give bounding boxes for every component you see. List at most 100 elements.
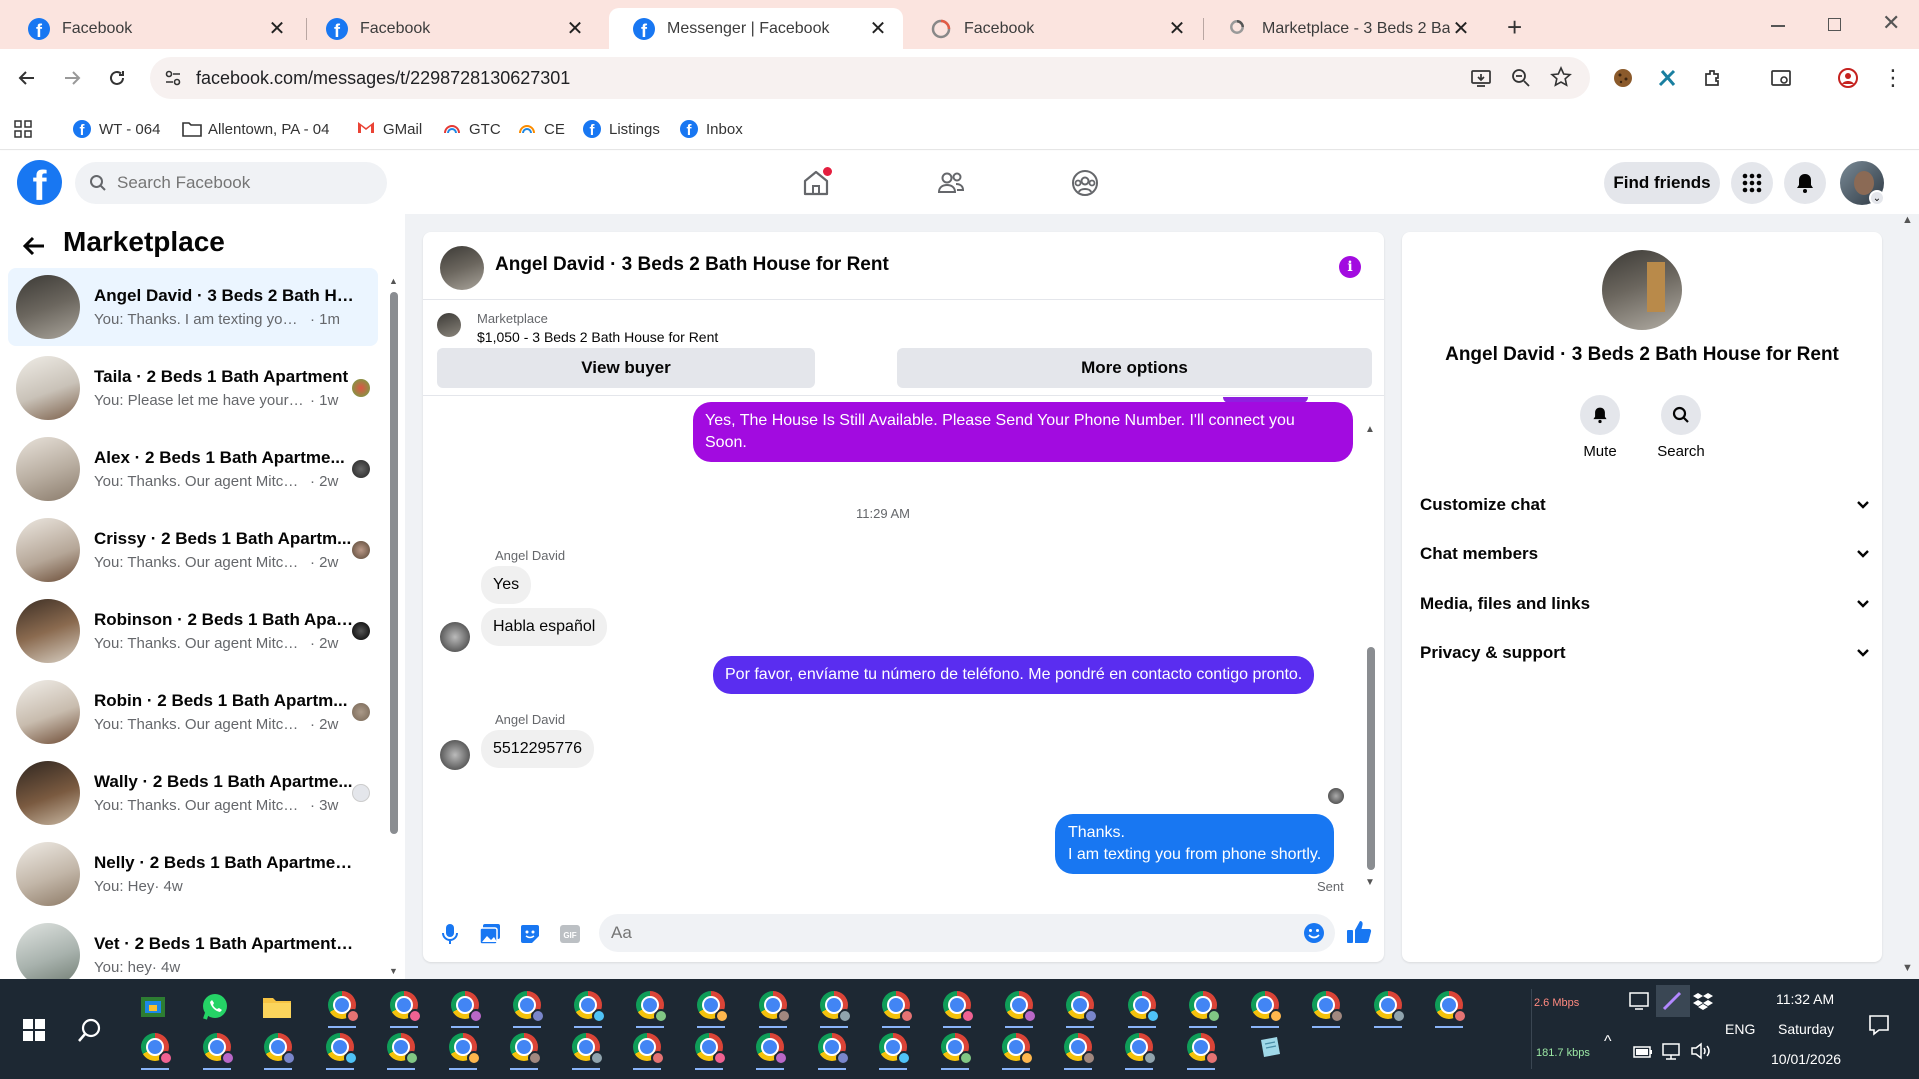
chat-avatar[interactable]	[440, 246, 484, 290]
chrome-window-icon[interactable]	[324, 987, 360, 1028]
bookmark-gtc[interactable]: GTC	[443, 117, 501, 141]
conversation-item[interactable]: Wally · 2 Beds 1 Bath Apartme... You: Th…	[8, 754, 378, 832]
reload-button[interactable]	[100, 61, 134, 95]
incoming-message[interactable]: Habla español	[481, 608, 608, 646]
address-bar[interactable]: facebook.com/messages/t/2298728130627301	[150, 57, 1590, 99]
attach-photo-icon[interactable]	[477, 921, 503, 947]
conversation-item[interactable]: Robin · 2 Beds 1 Bath Apartm... You: Tha…	[8, 673, 378, 751]
facebook-search[interactable]	[75, 162, 387, 204]
clock-time[interactable]: 11:32 AM	[1776, 991, 1834, 1007]
notes-app-icon[interactable]	[1252, 1029, 1288, 1065]
chrome-window-icon[interactable]	[875, 1029, 911, 1070]
chrome-window-icon[interactable]	[878, 987, 914, 1028]
zoom-icon[interactable]	[1510, 67, 1532, 89]
chrome-window-icon[interactable]	[755, 987, 791, 1028]
search-input[interactable]	[117, 173, 367, 193]
outgoing-message[interactable]: Por favor, envíame tu número de teléfono…	[713, 656, 1315, 694]
incoming-message[interactable]: 5512295776	[481, 730, 594, 768]
conversation-item[interactable]: Nelly · 2 Beds 1 Bath Apartment ... You:…	[8, 835, 378, 913]
home-icon[interactable]	[796, 163, 836, 203]
bookmark-inbox[interactable]: f Inbox	[680, 117, 743, 141]
chat-members-section[interactable]: Chat members	[1420, 539, 1870, 569]
apps-grid-icon[interactable]	[14, 117, 32, 141]
clock-date[interactable]: 10/01/2026	[1771, 1051, 1841, 1067]
account-menu-chevron-icon[interactable]: ⌄	[1869, 190, 1885, 206]
chrome-window-icon[interactable]	[506, 1029, 542, 1070]
privacy-support-section[interactable]: Privacy & support	[1420, 638, 1870, 668]
clock-day[interactable]: Saturday	[1778, 1021, 1834, 1037]
profile-icon[interactable]	[1831, 61, 1865, 95]
conversation-item[interactable]: Taila · 2 Beds 1 Bath Apartment You: Ple…	[8, 349, 378, 427]
mute-bell-icon[interactable]	[1580, 395, 1620, 435]
facebook-logo[interactable]: f	[17, 160, 62, 205]
conversation-item-selected[interactable]: Angel David · 3 Beds 2 Bath Ho... You: T…	[8, 268, 378, 346]
chrome-window-icon[interactable]	[199, 1029, 235, 1070]
outgoing-message[interactable]: Thanks. I am texting you from phone shor…	[1055, 814, 1335, 874]
info-icon[interactable]: i	[1339, 256, 1361, 278]
browser-tab-2[interactable]: f Facebook ✕	[302, 8, 600, 49]
menu-grid-icon[interactable]	[1731, 162, 1773, 204]
gif-icon[interactable]: GIF	[557, 921, 583, 947]
conversation-list-scrollbar[interactable]	[390, 292, 398, 834]
chrome-window-icon[interactable]	[816, 987, 852, 1028]
friends-icon[interactable]	[931, 163, 971, 203]
site-info-icon[interactable]	[164, 69, 182, 87]
microphone-icon[interactable]	[437, 921, 463, 947]
conversation-item[interactable]: Crissy · 2 Beds 1 Bath Apartm... You: Th…	[8, 511, 378, 589]
info-avatar[interactable]	[1602, 250, 1682, 330]
chat-scrollbar[interactable]	[1367, 647, 1375, 870]
chrome-window-icon[interactable]	[1247, 987, 1283, 1028]
volume-icon[interactable]	[1690, 1042, 1712, 1060]
chrome-window-icon[interactable]	[1185, 987, 1221, 1028]
chrome-window-icon[interactable]	[939, 987, 975, 1028]
more-options-button[interactable]: More options	[897, 348, 1372, 388]
thumbs-up-icon[interactable]	[1346, 919, 1372, 945]
bookmark-allentown-folder[interactable]: Allentown, PA - 04	[182, 117, 329, 141]
chrome-window-icon[interactable]	[383, 1029, 419, 1070]
notification-center-icon[interactable]	[1868, 1014, 1890, 1036]
customize-chat-section[interactable]: Customize chat	[1420, 490, 1870, 520]
browser-menu-icon[interactable]: ⋮	[1876, 61, 1910, 95]
tab-search-icon[interactable]	[1764, 61, 1798, 95]
page-scroll-down-arrow[interactable]: ▼	[1902, 962, 1913, 974]
browser-tab-5[interactable]: Marketplace - 3 Beds 2 Bath Ho ✕	[1204, 8, 1486, 49]
chrome-window-icon[interactable]	[445, 1029, 481, 1070]
browser-tab-3-active[interactable]: f Messenger | Facebook ✕	[609, 8, 903, 49]
browser-tab-4[interactable]: Facebook ✕	[906, 8, 1202, 49]
message-text-field[interactable]	[611, 923, 1251, 943]
chrome-window-icon[interactable]	[1062, 987, 1098, 1028]
outgoing-message[interactable]: Yes, The House Is Still Available. Pleas…	[693, 402, 1353, 462]
extensions-puzzle-icon[interactable]	[1696, 61, 1730, 95]
chrome-window-icon[interactable]	[447, 987, 483, 1028]
chat-title[interactable]: Angel David · 3 Beds 2 Bath House for Re…	[495, 254, 889, 276]
chrome-window-icon[interactable]	[693, 987, 729, 1028]
close-tab-icon[interactable]: ✕	[1450, 18, 1472, 40]
close-tab-icon[interactable]: ✕	[867, 18, 889, 40]
taskbar-search-icon[interactable]	[72, 1012, 108, 1048]
search-in-chat-icon[interactable]	[1661, 395, 1701, 435]
cookie-extension-icon[interactable]	[1606, 61, 1640, 95]
chrome-window-icon[interactable]	[1370, 987, 1406, 1028]
chat-scroll-down-arrow[interactable]: ▼	[1365, 877, 1375, 888]
chrome-window-icon[interactable]	[1183, 1029, 1219, 1070]
conversation-item[interactable]: Robinson · 2 Beds 1 Bath Apar... You: Th…	[8, 592, 378, 670]
sender-avatar[interactable]	[440, 622, 470, 652]
chrome-window-icon[interactable]	[386, 987, 422, 1028]
chrome-window-icon[interactable]	[260, 1029, 296, 1070]
bookmark-ce[interactable]: CE	[518, 117, 565, 141]
close-tab-icon[interactable]: ✕	[564, 18, 586, 40]
screen-icon[interactable]	[1628, 991, 1650, 1011]
chrome-window-icon[interactable]	[322, 1029, 358, 1070]
close-window-button[interactable]: ✕	[1882, 10, 1900, 36]
sticker-icon[interactable]	[517, 921, 543, 947]
show-hidden-icons-chevron[interactable]: ^	[1604, 1033, 1612, 1051]
groups-icon[interactable]	[1065, 163, 1105, 203]
browser-tab-1[interactable]: f Facebook ✕	[4, 8, 302, 49]
minimize-window-button[interactable]	[1771, 25, 1785, 27]
pen-app-icon[interactable]	[1656, 985, 1690, 1017]
network-icon[interactable]	[1661, 1043, 1683, 1061]
chrome-window-icon[interactable]	[752, 1029, 788, 1070]
conversation-item[interactable]: Alex · 2 Beds 1 Bath Apartme... You: Tha…	[8, 430, 378, 508]
chrome-window-icon[interactable]	[509, 987, 545, 1028]
chrome-window-icon[interactable]	[937, 1029, 973, 1070]
